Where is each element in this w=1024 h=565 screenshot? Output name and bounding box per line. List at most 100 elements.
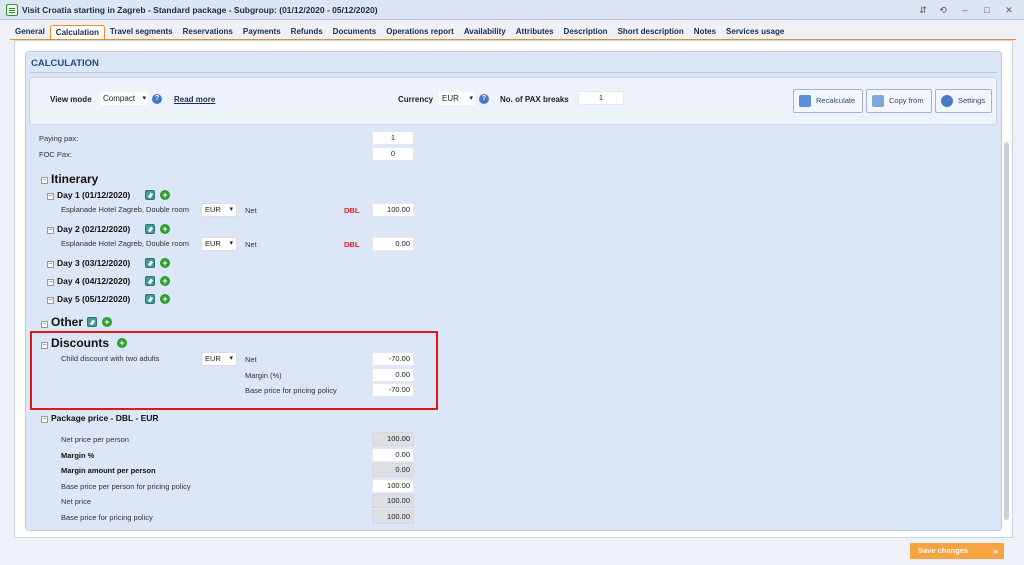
tab-travel-segments[interactable]: Travel segments [105,25,178,40]
view-mode-label: View mode [50,95,92,104]
gear-icon [941,95,953,107]
day-2-price-input[interactable]: 0.00 [372,237,414,251]
tab-reservations[interactable]: Reservations [178,25,238,40]
net-price-value: 100.00 [372,494,414,508]
section-divider [29,72,997,73]
recalculate-label: Recalculate [816,96,856,105]
other-title: Other [51,315,84,329]
double-arrow-icon: » [992,546,998,556]
paying-pax-label: Paying pax: [39,134,79,143]
margin-percent-input[interactable]: 0.00 [372,448,414,462]
copy-from-label: Copy from [889,96,924,105]
tab-operations-report[interactable]: Operations report [381,25,459,40]
add-service-icon[interactable]: + [160,276,170,286]
package-price-title: Package price - DBL - EUR [51,413,159,423]
settings-button[interactable]: Settings [935,89,992,113]
vertical-scrollbar[interactable] [1003,142,1010,524]
day-1-currency-select[interactable]: EUR ▾ [201,203,237,217]
close-icon[interactable]: ✕ [1002,4,1016,16]
collapse-day-icon[interactable]: − [47,193,54,200]
day-2-room-type: DBL [344,240,360,249]
add-service-icon[interactable]: + [102,317,112,327]
day-3-title: Day 3 (03/12/2020) [57,258,131,268]
refresh-icon[interactable]: ⟲ [936,4,950,16]
foc-pax-input[interactable]: 0 [372,147,414,161]
tab-general[interactable]: General [10,25,50,40]
add-service-icon[interactable]: + [160,224,170,234]
base-price-per-person-input[interactable]: 100.00 [372,479,414,493]
collapse-day-icon[interactable]: − [47,297,54,304]
tab-bar: General Calculation Travel segments Reserva… [10,24,789,40]
tab-availability[interactable]: Availability [459,25,511,40]
settings-label: Settings [958,96,986,105]
day-5-title: Day 5 (05/12/2020) [57,294,131,304]
edit-icon[interactable] [145,258,155,268]
calculation-panel: CALCULATION View mode Compact ▾ ? Read m… [14,40,1013,538]
recalculate-icon [799,95,811,107]
window-title: Visit Croatia starting in Zagreb - Stand… [22,5,378,15]
restore-layout-icon[interactable]: ⇵ [916,4,930,16]
tab-services-usage[interactable]: Services usage [721,25,789,40]
save-changes-button[interactable]: Save changes » [910,543,1004,559]
collapse-other-icon[interactable]: − [41,321,48,328]
tab-attributes[interactable]: Attributes [511,25,559,40]
margin-amount-value: 0.00 [372,463,414,477]
maximize-icon[interactable]: □ [980,4,994,16]
view-mode-select[interactable]: Compact ▾ [100,92,148,105]
discounts-highlight-box [30,331,438,410]
edit-icon[interactable] [145,190,155,200]
margin-amount-label: Margin amount per person [61,466,156,475]
view-mode-value: Compact [103,94,136,103]
tab-notes[interactable]: Notes [689,25,721,40]
pax-breaks-input[interactable]: 1 [578,91,624,105]
title-bar: Visit Croatia starting in Zagreb - Stand… [0,0,1024,20]
collapse-itinerary-icon[interactable]: − [41,177,48,184]
tab-calculation[interactable]: Calculation [49,25,105,40]
tab-description[interactable]: Description [559,25,613,40]
copy-from-button[interactable]: Copy from [866,89,932,113]
day-2-type: Net [245,240,257,249]
edit-icon[interactable] [87,317,97,327]
add-service-icon[interactable]: + [160,190,170,200]
edit-icon[interactable] [145,276,155,286]
currency-select[interactable]: EUR ▾ [439,92,475,105]
collapse-day-icon[interactable]: − [47,227,54,234]
tab-payments[interactable]: Payments [238,25,286,40]
scrollbar-thumb[interactable] [1004,142,1009,520]
minimize-icon[interactable]: – [958,4,972,16]
edit-icon[interactable] [145,224,155,234]
tab-documents[interactable]: Documents [328,25,382,40]
day-1-room-type: DBL [344,206,360,215]
read-more-link[interactable]: Read more [174,95,215,104]
collapse-day-icon[interactable]: − [47,279,54,286]
tab-short-description[interactable]: Short description [613,25,689,40]
collapse-package-price-icon[interactable]: − [41,416,48,423]
app-icon [6,4,18,16]
add-service-icon[interactable]: + [160,294,170,304]
add-service-icon[interactable]: + [160,258,170,268]
base-price-value: 100.00 [372,510,414,524]
view-mode-help-icon[interactable]: ? [152,94,162,104]
net-price-per-person-label: Net price per person [61,435,129,444]
recalculate-button[interactable]: Recalculate [793,89,863,113]
collapse-day-icon[interactable]: − [47,261,54,268]
itinerary-title: Itinerary [51,172,99,186]
copy-icon [872,95,884,107]
application-window: Visit Croatia starting in Zagreb - Stand… [0,0,1024,565]
day-2-service: Esplanade Hotel Zagreb, Double room [61,239,189,248]
paying-pax-input[interactable]: 1 [372,132,414,145]
day-1-price-input[interactable]: 100.00 [372,203,414,217]
day-1-title: Day 1 (01/12/2020) [57,190,131,200]
currency-help-icon[interactable]: ? [479,94,489,104]
save-changes-label: Save changes [918,546,969,555]
chevron-down-icon: ▾ [469,95,473,102]
net-price-per-person-value: 100.00 [372,432,414,446]
edit-icon[interactable] [145,294,155,304]
day-1-currency-value: EUR [205,205,221,214]
day-2-currency-select[interactable]: EUR ▾ [201,237,237,251]
tab-refunds[interactable]: Refunds [286,25,328,40]
base-price-per-person-label: Base price per person for pricing policy [61,482,191,491]
chevron-down-icon: ▾ [229,240,233,247]
base-price-label: Base price for pricing policy [61,513,153,522]
calculation-section: CALCULATION View mode Compact ▾ ? Read m… [25,51,1010,531]
